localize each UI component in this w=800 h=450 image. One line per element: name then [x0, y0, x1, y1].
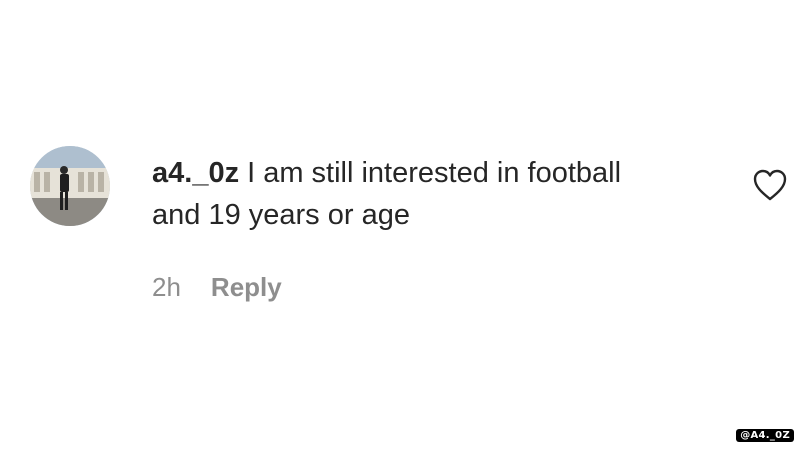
- avatar-photo: [30, 146, 110, 226]
- watermark: @A4._0Z: [736, 429, 794, 442]
- like-button[interactable]: [752, 168, 788, 202]
- comment: a4._0z I am still interested in football …: [30, 146, 790, 316]
- comment-timestamp: 2h: [152, 272, 181, 302]
- heart-outline-icon: [753, 169, 787, 201]
- comment-username[interactable]: a4._0z: [152, 157, 239, 189]
- comment-meta: 2h Reply: [152, 272, 282, 302]
- reply-button[interactable]: Reply: [211, 272, 282, 302]
- comment-body: a4._0z I am still interested in football …: [152, 152, 632, 236]
- avatar[interactable]: [30, 146, 110, 226]
